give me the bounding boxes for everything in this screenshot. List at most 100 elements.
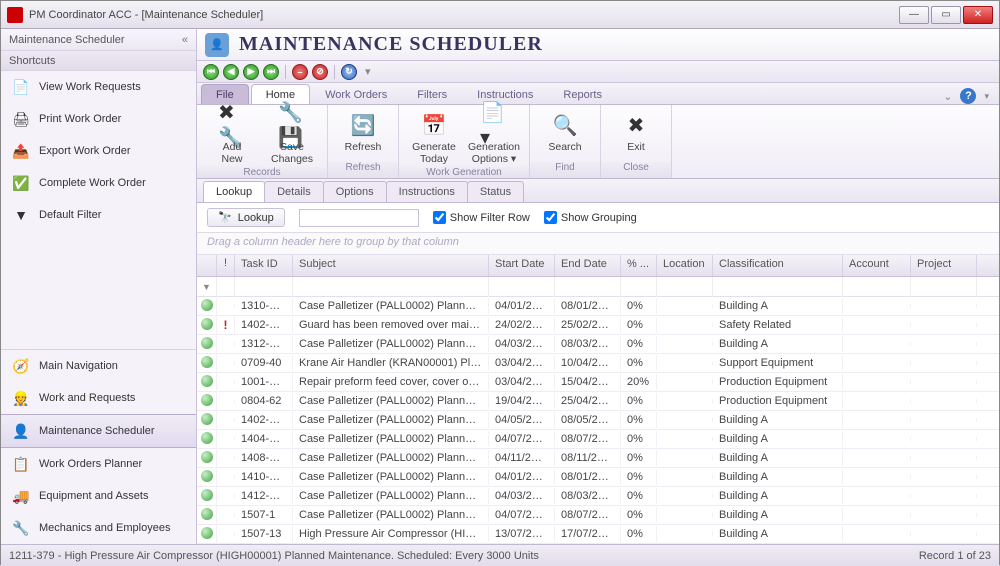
cell: 0% [621, 336, 657, 352]
sub-tab[interactable]: Lookup [203, 181, 265, 202]
qa-first[interactable]: ⏮ [203, 64, 219, 80]
filter-cell[interactable]: ▼ [197, 277, 217, 297]
minimize-button[interactable]: — [899, 6, 929, 24]
table-row[interactable]: 1404-400Case Palletizer (PALL0002) Plann… [197, 430, 999, 449]
filter-cell[interactable] [217, 277, 235, 297]
show-filter-row-checkbox[interactable]: Show Filter Row [433, 211, 530, 224]
maximize-button[interactable]: ▭ [931, 6, 961, 24]
filter-cell[interactable] [657, 277, 713, 297]
table-row[interactable]: 0804-62Case Palletizer (PALL0002) Planne… [197, 392, 999, 411]
generate-today-button[interactable]: 📅Generate Today [405, 109, 463, 167]
qa-next[interactable]: ▶ [243, 64, 259, 80]
column-header[interactable]: Project [911, 255, 977, 276]
column-header[interactable]: ! [217, 255, 235, 276]
filter-cell[interactable] [621, 277, 657, 297]
sub-tab[interactable]: Options [323, 181, 387, 202]
column-header[interactable]: Account [843, 255, 911, 276]
column-header[interactable]: Classification [713, 255, 843, 276]
help-icon[interactable]: ? [960, 88, 976, 104]
add-new-button[interactable]: ✖🔧Add New [203, 109, 261, 167]
table-row[interactable]: 1410-403Case Palletizer (PALL0002) Plann… [197, 468, 999, 487]
search-button[interactable]: 🔍Search [536, 109, 594, 155]
shortcut-item[interactable]: 📤Export Work Order [1, 135, 196, 167]
cell [657, 532, 713, 536]
filter-cell[interactable] [713, 277, 843, 297]
nav-item[interactable]: 🔧Mechanics and Employees [1, 512, 196, 544]
show-grouping-checkbox[interactable]: Show Grouping [544, 211, 637, 224]
table-row[interactable]: 1408-402Case Palletizer (PALL0002) Plann… [197, 449, 999, 468]
ribbon-tab[interactable]: Work Orders [310, 84, 402, 104]
column-header[interactable]: Location [657, 255, 713, 276]
table-row[interactable]: 1507-13High Pressure Air Compressor (HIG… [197, 525, 999, 544]
grouping-check[interactable] [544, 211, 557, 224]
refresh-button[interactable]: 🔄Refresh [334, 109, 392, 155]
shortcut-icon: 🖨 [11, 109, 31, 129]
lookup-button[interactable]: 🔭 Lookup [207, 208, 285, 227]
group-drop-area[interactable]: Drag a column header here to group by th… [197, 233, 999, 255]
nav-item[interactable]: 📋Work Orders Planner [1, 448, 196, 480]
shortcut-item[interactable]: 🖨Print Work Order [1, 103, 196, 135]
table-row[interactable]: 1310-394Case Palletizer (PALL0002) Plann… [197, 297, 999, 316]
column-header[interactable] [197, 255, 217, 276]
filter-cell[interactable] [911, 277, 977, 297]
filter-row-check[interactable] [433, 211, 446, 224]
cell: Case Palletizer (PALL0002) Planned M... [293, 336, 489, 352]
column-header[interactable]: End Date [555, 255, 621, 276]
table-row[interactable]: 1412-404Case Palletizer (PALL0002) Plann… [197, 487, 999, 506]
status-right: Record 1 of 23 [919, 550, 991, 562]
cell [657, 456, 713, 460]
exit-button[interactable]: ✖Exit [607, 109, 665, 155]
cell: 0% [621, 507, 657, 523]
column-header[interactable]: Start Date [489, 255, 555, 276]
lookup-input[interactable] [299, 209, 419, 227]
filter-row[interactable]: ▼ [197, 277, 999, 297]
cell: Building A [713, 336, 843, 352]
table-row[interactable]: 0709-40Krane Air Handler (KRAN00001) Pla… [197, 354, 999, 373]
nav-item[interactable]: 👷Work and Requests [1, 382, 196, 414]
grid-body[interactable]: 1310-394Case Palletizer (PALL0002) Plann… [197, 297, 999, 544]
cell [911, 323, 977, 327]
filter-cell[interactable] [489, 277, 555, 297]
ribbon-collapse-icon[interactable]: ⌄ [943, 90, 952, 103]
cell [843, 494, 911, 498]
nav-item[interactable]: 🧭Main Navigation [1, 350, 196, 382]
nav-item[interactable]: 🚚Equipment and Assets [1, 480, 196, 512]
globe-icon [201, 318, 213, 330]
column-header[interactable]: % ... [621, 255, 657, 276]
help-dropdown-icon[interactable]: ▾ [984, 91, 989, 102]
ribbon-tab[interactable]: Filters [402, 84, 462, 104]
table-row[interactable]: 1001-202Repair preform feed cover, cover… [197, 373, 999, 392]
save-changes-button[interactable]: 🔧💾Save Changes [263, 109, 321, 167]
shortcut-item[interactable]: 📄View Work Requests [1, 71, 196, 103]
filter-cell[interactable] [555, 277, 621, 297]
qa-last[interactable]: ⏭ [263, 64, 279, 80]
qa-delete[interactable]: – [292, 64, 308, 80]
column-header[interactable]: Task ID [235, 255, 293, 276]
shortcut-item[interactable]: ✅Complete Work Order [1, 167, 196, 199]
ribbon-group-label: Close [601, 162, 671, 178]
table-row[interactable]: !1402-398Guard has been removed over mai… [197, 316, 999, 335]
qa-prev[interactable]: ◀ [223, 64, 239, 80]
table-row[interactable]: 1402-397Case Palletizer (PALL0002) Plann… [197, 411, 999, 430]
ribbon-tab[interactable]: Reports [548, 84, 617, 104]
nav-item[interactable]: 👤Maintenance Scheduler [1, 414, 196, 448]
qa-cancel[interactable]: ⊘ [312, 64, 328, 80]
filter-cell[interactable] [293, 277, 489, 297]
close-button[interactable]: ✕ [963, 6, 993, 24]
qa-dropdown-icon[interactable]: ▾ [365, 65, 371, 78]
nav-icon: 🚚 [11, 486, 31, 506]
table-row[interactable]: 1507-1Case Palletizer (PALL0002) Planned… [197, 506, 999, 525]
filter-cell[interactable] [843, 277, 911, 297]
sub-tab[interactable]: Instructions [386, 181, 468, 202]
shortcut-icon: 📤 [11, 141, 31, 161]
qa-refresh[interactable]: ↻ [341, 64, 357, 80]
collapse-icon[interactable]: « [182, 34, 188, 46]
generation-options-button[interactable]: 📄▾Generation Options ▾ [465, 109, 523, 167]
sub-tab[interactable]: Status [467, 181, 524, 202]
cell: 04/07/2014 [489, 431, 555, 447]
shortcut-item[interactable]: ▼Default Filter [1, 199, 196, 231]
filter-cell[interactable] [235, 277, 293, 297]
sub-tab[interactable]: Details [264, 181, 324, 202]
column-header[interactable]: Subject [293, 255, 489, 276]
table-row[interactable]: 1312-396Case Palletizer (PALL0002) Plann… [197, 335, 999, 354]
